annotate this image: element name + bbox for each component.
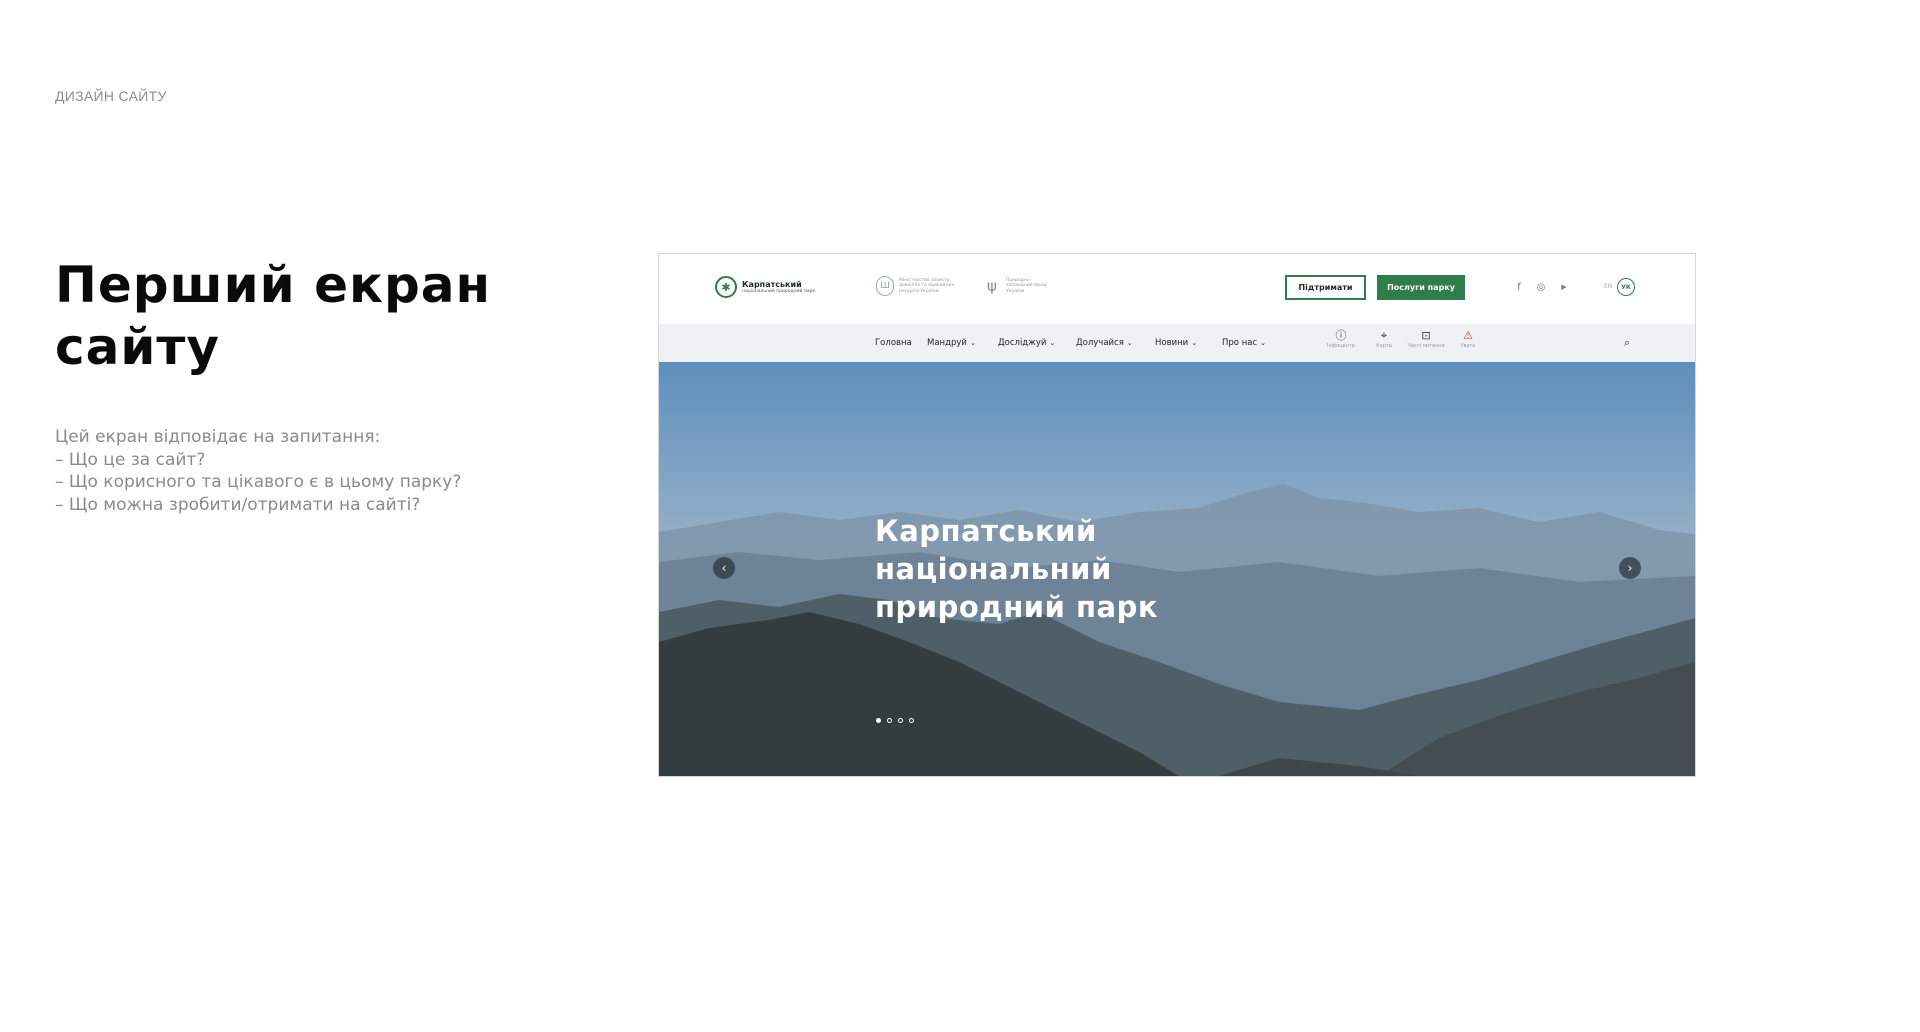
partner-reserve-text: Природно-заповідний фонд України (1006, 277, 1047, 294)
slider-dot[interactable] (876, 718, 881, 723)
chevron-down-icon: ⌄ (969, 339, 976, 347)
description-line: – Що це за сайт? (55, 449, 206, 470)
slider-dot[interactable] (909, 718, 914, 723)
support-button[interactable]: Підтримати (1285, 275, 1366, 300)
chevron-down-icon: ⌄ (1126, 339, 1133, 347)
description-line: Цей екран відповідає на запитання: (55, 427, 381, 447)
youtube-icon[interactable]: ▶ (1557, 280, 1571, 294)
chevron-down-icon: ⌄ (1049, 339, 1056, 347)
description-line: – Що корисного та цікавого є в цьому пар… (55, 472, 462, 492)
quick-link-map[interactable]: ⌖ Карта (1362, 329, 1406, 350)
nav-item-travel[interactable]: Мандруй ⌄ (927, 338, 976, 348)
coat-of-arms-icon: Ш (876, 276, 894, 296)
quick-link-faq[interactable]: ⊡ Часті питання (1404, 329, 1448, 350)
slider-prev-arrow-icon[interactable]: ‹ (713, 557, 735, 579)
description-line: – Що можна зробити/отримати на сайті? (55, 494, 421, 515)
logo-subtitle: національний природний парк (742, 289, 816, 294)
lang-uk[interactable]: УК (1617, 278, 1635, 296)
instagram-icon[interactable]: ◎ (1534, 280, 1548, 294)
park-emblem-icon: ✱ (715, 276, 737, 298)
search-icon[interactable]: ⌕ (1624, 336, 1630, 350)
chevron-down-icon: ⌄ (1191, 339, 1198, 347)
quick-link-infocenter[interactable]: ⓘ Інфоцентр (1319, 329, 1363, 350)
hero-title-line: національний (875, 552, 1112, 586)
slider-dot[interactable] (887, 718, 892, 723)
slider-dots (876, 718, 914, 723)
park-logo[interactable]: ✱ Карпатський національний природний пар… (715, 276, 815, 298)
hero-title: Карпатський національний природний парк (875, 512, 1295, 626)
slide-title: Перший екран сайту (55, 254, 575, 378)
hero-title-line: природний парк (875, 590, 1159, 624)
hero-title-line: Карпатський (875, 514, 1097, 548)
faq-icon: ⊡ (1421, 329, 1431, 342)
site-header: ✱ Карпатський національний природний пар… (659, 254, 1695, 324)
logo-name: Карпатський (742, 280, 802, 289)
nav-item-news[interactable]: Новини ⌄ (1155, 338, 1197, 348)
partner-reserve-fund[interactable]: ψ Природно-заповідний фонд України (983, 276, 1052, 296)
warning-icon: ⚠ (1463, 329, 1473, 342)
quick-link-warning[interactable]: ⚠ Увага (1446, 329, 1490, 350)
lang-en[interactable]: EN (1604, 283, 1612, 290)
map-icon: ⌖ (1380, 329, 1388, 342)
hero-slider: Карпатський національний природний парк … (659, 362, 1695, 776)
slider-next-arrow-icon[interactable]: › (1619, 557, 1641, 579)
trident-icon: ψ (987, 277, 997, 295)
nav-item-home[interactable]: Головна (875, 338, 912, 348)
slide-title-line: Перший екран (55, 256, 492, 314)
section-eyebrow: ДИЗАЙН САЙТУ (55, 88, 167, 104)
nav-item-join[interactable]: Долучайся ⌄ (1076, 338, 1133, 348)
nav-item-about[interactable]: Про нас ⌄ (1222, 338, 1266, 348)
slider-dot[interactable] (898, 718, 903, 723)
partner-ministry-text: Міністерство захисту довкілля та природн… (899, 277, 955, 294)
slide-title-line: сайту (55, 318, 220, 376)
park-services-button[interactable]: Послуги парку (1377, 275, 1465, 300)
nav-item-explore[interactable]: Досліджуй ⌄ (998, 338, 1055, 348)
info-icon: ⓘ (1335, 329, 1347, 342)
chevron-down-icon: ⌄ (1260, 339, 1267, 347)
facebook-icon[interactable]: f (1512, 280, 1526, 294)
main-nav: Головна Мандруй ⌄ Досліджуй ⌄ Долучайся ⌄ Н… (659, 324, 1695, 362)
partner-ministry[interactable]: Ш Міністерство захисту довкілля та приро… (876, 276, 957, 296)
slide-description: Цей екран відповідає на запитання: – Що … (55, 426, 575, 516)
website-mockup: ✱ Карпатський національний природний пар… (658, 253, 1696, 777)
